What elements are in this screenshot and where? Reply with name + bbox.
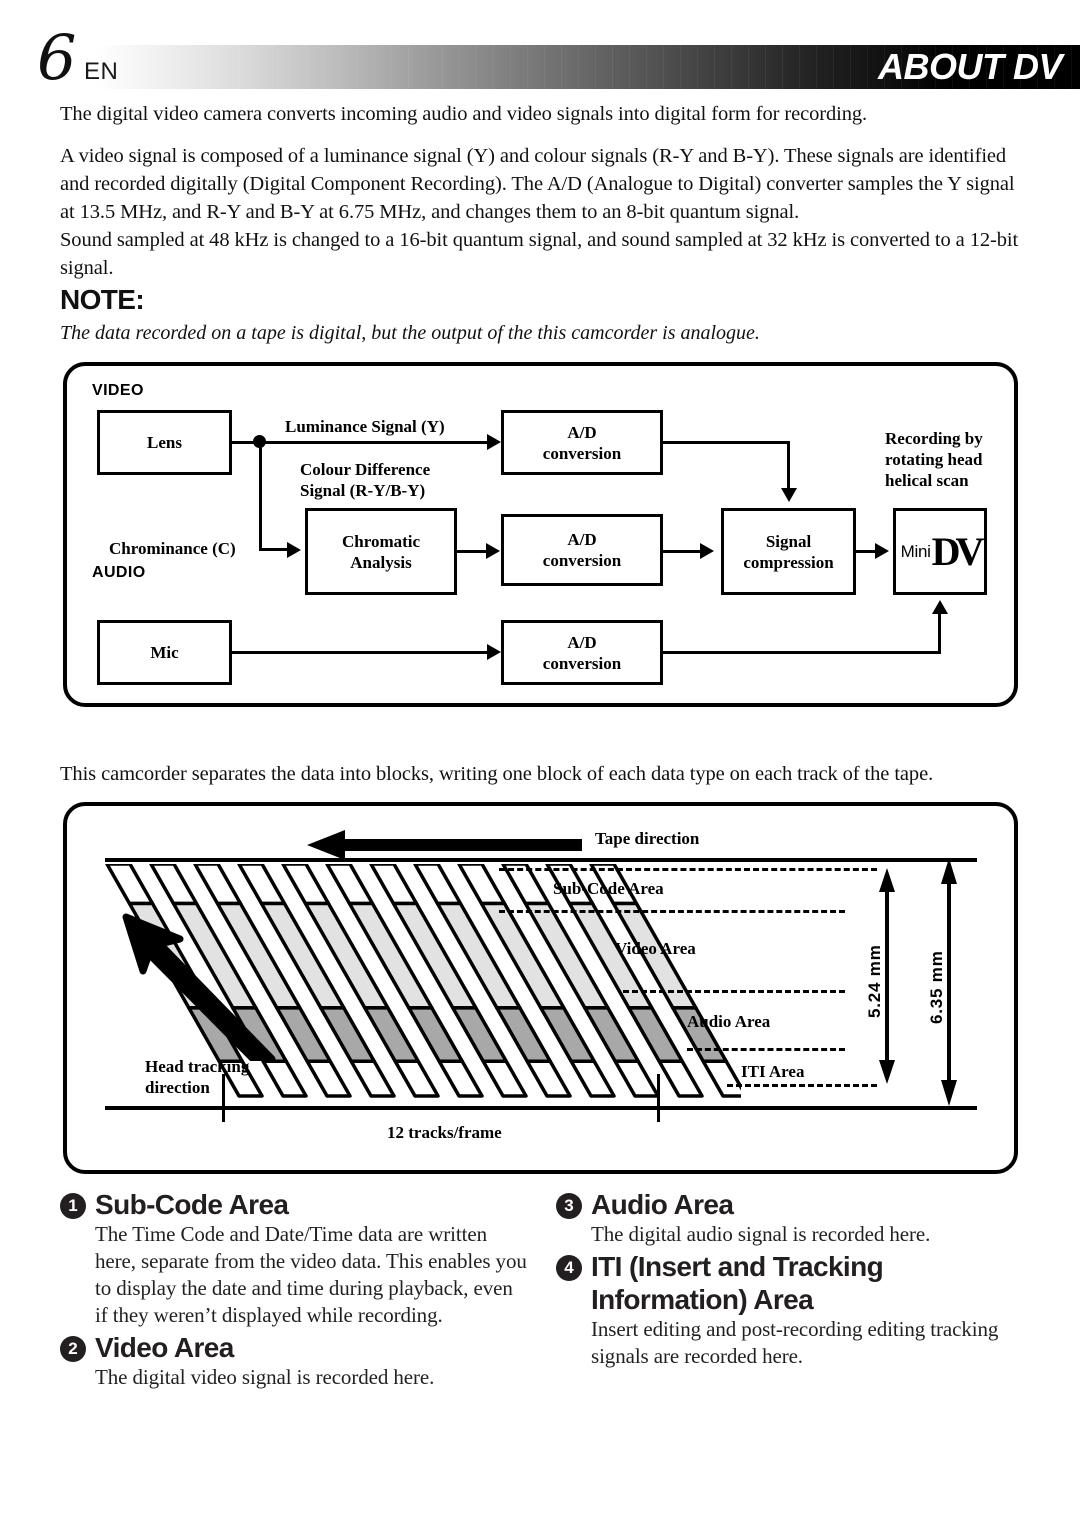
boundary-iti-bottom (727, 1084, 877, 1087)
area-title-audio: Audio Area (591, 1189, 734, 1220)
arrowhead-to-tape (875, 543, 889, 559)
label-head-tracking-direction: Head tracking direction (145, 1057, 250, 1097)
tape-track-diagram: Tape direction Head tracking direction S… (63, 802, 1018, 1174)
arrowhead-to-ad3 (487, 644, 501, 660)
bullet-number-1: 1 (60, 1193, 86, 1219)
area-title-video: Video Area (95, 1332, 234, 1363)
box-ad-conversion-audio: A/D conversion (501, 620, 663, 685)
connector-lens-to-ad1 (232, 441, 494, 444)
head-tracking-arrow-icon (122, 913, 276, 1061)
area-descriptions-right-column: 3 Audio Area The digital audio signal is… (556, 1188, 1026, 1372)
area-body-video: The digital video signal is recorded her… (95, 1365, 435, 1389)
boundary-video-bottom (623, 990, 845, 993)
area-title-sub-code: Sub-Code Area (95, 1189, 289, 1220)
note-text: The data recorded on a tape is digital, … (60, 322, 760, 344)
box-minidv-cassette: Mini DV (893, 508, 987, 595)
tracks-bracket-right-tick (657, 1074, 660, 1122)
arrowhead-to-chromatic (287, 542, 301, 558)
area-title-iti: ITI (Insert and Tracking Information) Ar… (591, 1251, 884, 1315)
boundary-subcode-bottom (499, 910, 845, 913)
tape-intro-paragraph: This camcorder separates the data into b… (60, 763, 934, 785)
tracks-bracket-left-tick (222, 1074, 225, 1122)
page-header: 6 EN ABOUT DV (0, 0, 1080, 100)
list-item: 2 Video Area The digital video signal is… (60, 1331, 530, 1391)
boundary-audio-bottom (687, 1048, 845, 1051)
box-signal-compression: Signal compression (721, 508, 856, 595)
connector-ad1-down (787, 441, 790, 489)
list-item: 3 Audio Area The digital audio signal is… (556, 1188, 1026, 1248)
intro-paragraph-2: A video signal is composed of a luminanc… (60, 145, 1015, 223)
minidv-dv-logo-icon: DV (931, 528, 985, 574)
label-sub-code-area: Sub-Code Area (553, 879, 664, 898)
arrowhead-tape-bottom (932, 600, 948, 614)
box-chromatic-analysis: Chromatic Analysis (305, 508, 457, 595)
connector-ad3-right (663, 651, 941, 654)
arrowhead-compression-in (700, 543, 714, 559)
connector-ad2-to-compression (663, 550, 704, 553)
label-tracks-per-frame: 12 tracks/frame (387, 1123, 502, 1142)
page-title: ABOUT DV (878, 46, 1063, 87)
arrowhead-to-ad2 (486, 543, 500, 559)
area-heading-video: 2 Video Area (60, 1331, 530, 1364)
tape-bottom-edge (105, 1106, 977, 1110)
diagram-section-video: VIDEO (92, 382, 144, 399)
minidv-mini-text: Mini (900, 542, 931, 561)
page-language-code: EN (84, 58, 119, 85)
box-ad-conversion-chroma: A/D conversion (501, 514, 663, 586)
box-lens: Lens (97, 410, 232, 475)
diagram-section-audio: AUDIO (92, 564, 146, 581)
label-chrominance: Chrominance (C) (109, 539, 236, 558)
bullet-number-3: 3 (556, 1193, 582, 1219)
label-tape-direction: Tape direction (595, 829, 700, 848)
boundary-subcode-top (499, 868, 877, 871)
area-heading-audio: 3 Audio Area (556, 1188, 1026, 1221)
intro-paragraph-3: Sound sampled at 48 kHz is changed to a … (60, 229, 1019, 279)
area-descriptions-left-column: 1 Sub-Code Area The Time Code and Date/T… (60, 1188, 530, 1393)
note-heading: NOTE: (60, 284, 145, 315)
label-audio-area: Audio Area (687, 1012, 771, 1031)
bullet-number-2: 2 (60, 1336, 86, 1362)
area-body-sub-code: The Time Code and Date/Time data are wri… (95, 1222, 527, 1327)
connector-ad3-up (938, 614, 941, 654)
area-body-audio: The digital audio signal is recorded her… (591, 1222, 931, 1246)
list-item: 1 Sub-Code Area The Time Code and Date/T… (60, 1188, 530, 1329)
dimension-label-inner: 5.24 mm (865, 944, 884, 1018)
tape-direction-arrow-icon (307, 830, 582, 860)
area-body-iti: Insert editing and post-recording editin… (591, 1317, 999, 1368)
box-ad-conversion-luminance: A/D conversion (501, 410, 663, 475)
connector-mic-to-ad3 (232, 651, 494, 654)
arrowhead-to-ad1 (487, 434, 501, 450)
area-heading-iti: 4 ITI (Insert and Tracking Information) … (556, 1250, 1026, 1316)
bullet-number-4: 4 (556, 1255, 582, 1281)
dimension-label-outer: 6.35 mm (927, 950, 946, 1024)
area-heading-sub-code: 1 Sub-Code Area (60, 1188, 530, 1221)
label-iti-area: ITI Area (741, 1062, 805, 1081)
connector-ad1-right (663, 441, 790, 444)
label-luminance-signal: Luminance Signal (Y) (285, 417, 445, 436)
page-number: 6 (37, 21, 76, 94)
label-recording-method: Recording by rotating head helical scan (885, 429, 983, 490)
connector-lens-down (259, 441, 262, 551)
label-colour-difference-signal: Colour Difference Signal (R-Y/B-Y) (300, 460, 431, 500)
signal-flow-diagram: VIDEO AUDIO Lens Chromatic Analysis Mic … (63, 362, 1018, 707)
box-mic: Mic (97, 620, 232, 685)
list-item: 4 ITI (Insert and Tracking Information) … (556, 1250, 1026, 1370)
intro-paragraph-1: The digital video camera converts incomi… (60, 103, 868, 125)
arrowhead-into-compression (781, 488, 797, 502)
tape-top-edge (105, 858, 977, 862)
label-video-area: Video Area (615, 939, 696, 958)
